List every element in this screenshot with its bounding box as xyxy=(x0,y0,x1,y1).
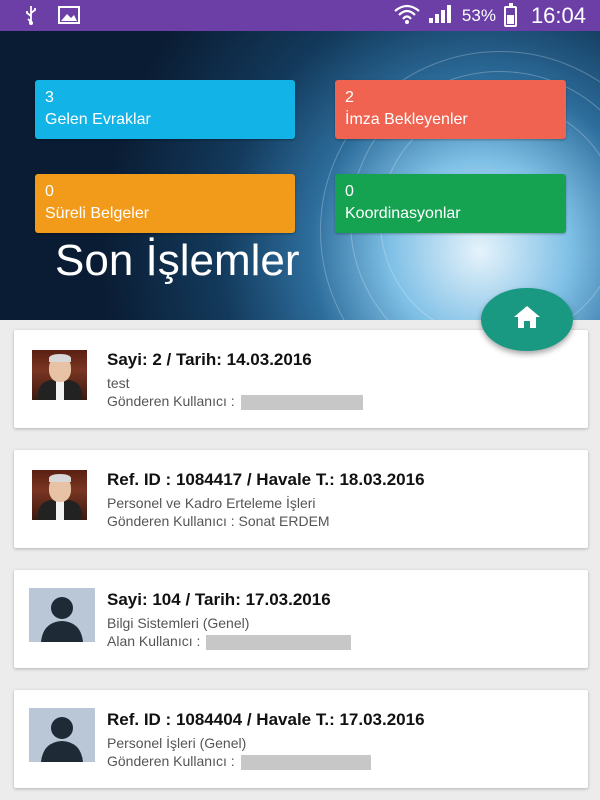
item-user-row: Gönderen Kullanıcı : xyxy=(107,393,363,410)
item-subject: test xyxy=(107,375,130,391)
battery-percent: 53% xyxy=(461,6,496,25)
tile-label: Gelen Evraklar xyxy=(45,111,151,128)
dashboard-header: 3 Gelen Evraklar 2 İmza Bekleyenler 0 Sü… xyxy=(0,31,600,320)
redacted-user xyxy=(240,754,371,770)
avatar-placeholder-icon xyxy=(29,708,95,762)
user-label: Gönderen Kullanıcı : xyxy=(107,393,235,409)
list-item[interactable]: Ref. ID : 1084417 / Havale T.: 18.03.201… xyxy=(14,450,588,548)
status-bar: 53% 16:04 xyxy=(0,0,600,31)
item-user-row: Gönderen Kullanıcı : Sonat ERDEM xyxy=(107,513,330,529)
clock: 16:04 xyxy=(530,3,586,28)
usb-icon xyxy=(24,5,38,30)
user-label: Gönderen Kullanıcı : xyxy=(107,753,235,769)
redacted-user xyxy=(206,634,352,650)
section-title: Son İşlemler xyxy=(55,236,300,285)
list-item[interactable]: Sayi: 104 / Tarih: 17.03.2016 Bilgi Sist… xyxy=(14,570,588,668)
item-title: Ref. ID : 1084417 / Havale T.: 18.03.201… xyxy=(107,470,425,489)
item-title: Sayi: 2 / Tarih: 14.03.2016 xyxy=(107,350,312,369)
user-label: Alan Kullanıcı : xyxy=(107,633,201,649)
avatar-placeholder-icon xyxy=(29,588,95,642)
user-label: Gönderen Kullanıcı : xyxy=(107,513,235,529)
avatar xyxy=(32,470,87,520)
tile-count: 2 xyxy=(345,89,354,106)
image-icon xyxy=(58,6,80,29)
list-item[interactable]: Ref. ID : 1084404 / Havale T.: 17.03.201… xyxy=(14,690,588,788)
item-user-row: Alan Kullanıcı : xyxy=(107,633,352,650)
signal-icon xyxy=(428,4,454,29)
tile-koordinasyonlar[interactable]: 0 Koordinasyonlar xyxy=(335,174,566,233)
tile-count: 0 xyxy=(45,183,54,200)
item-user-row: Gönderen Kullanıcı : xyxy=(107,753,371,770)
tile-label: İmza Bekleyenler xyxy=(345,111,468,128)
user-name: Sonat ERDEM xyxy=(238,513,330,529)
redacted-user xyxy=(240,394,363,410)
tile-gelen-evraklar[interactable]: 3 Gelen Evraklar xyxy=(35,80,295,139)
tile-sureli-belgeler[interactable]: 0 Süreli Belgeler xyxy=(35,174,295,233)
item-title: Sayi: 104 / Tarih: 17.03.2016 xyxy=(107,590,331,609)
home-icon xyxy=(512,304,542,335)
home-button[interactable] xyxy=(481,288,573,351)
item-subject: Bilgi Sistemleri (Genel) xyxy=(107,615,250,631)
item-subject: Personel İşleri (Genel) xyxy=(107,735,247,751)
tile-count: 3 xyxy=(45,89,54,106)
item-title: Ref. ID : 1084404 / Havale T.: 17.03.201… xyxy=(107,710,425,729)
tile-imza-bekleyenler[interactable]: 2 İmza Bekleyenler xyxy=(335,80,566,139)
tile-label: Süreli Belgeler xyxy=(45,205,150,222)
item-subject: Personel ve Kadro Erteleme İşleri xyxy=(107,495,316,511)
battery-icon xyxy=(503,2,517,27)
wifi-icon xyxy=(394,4,420,29)
avatar xyxy=(32,350,87,400)
tile-count: 0 xyxy=(345,183,354,200)
tile-label: Koordinasyonlar xyxy=(345,205,461,222)
